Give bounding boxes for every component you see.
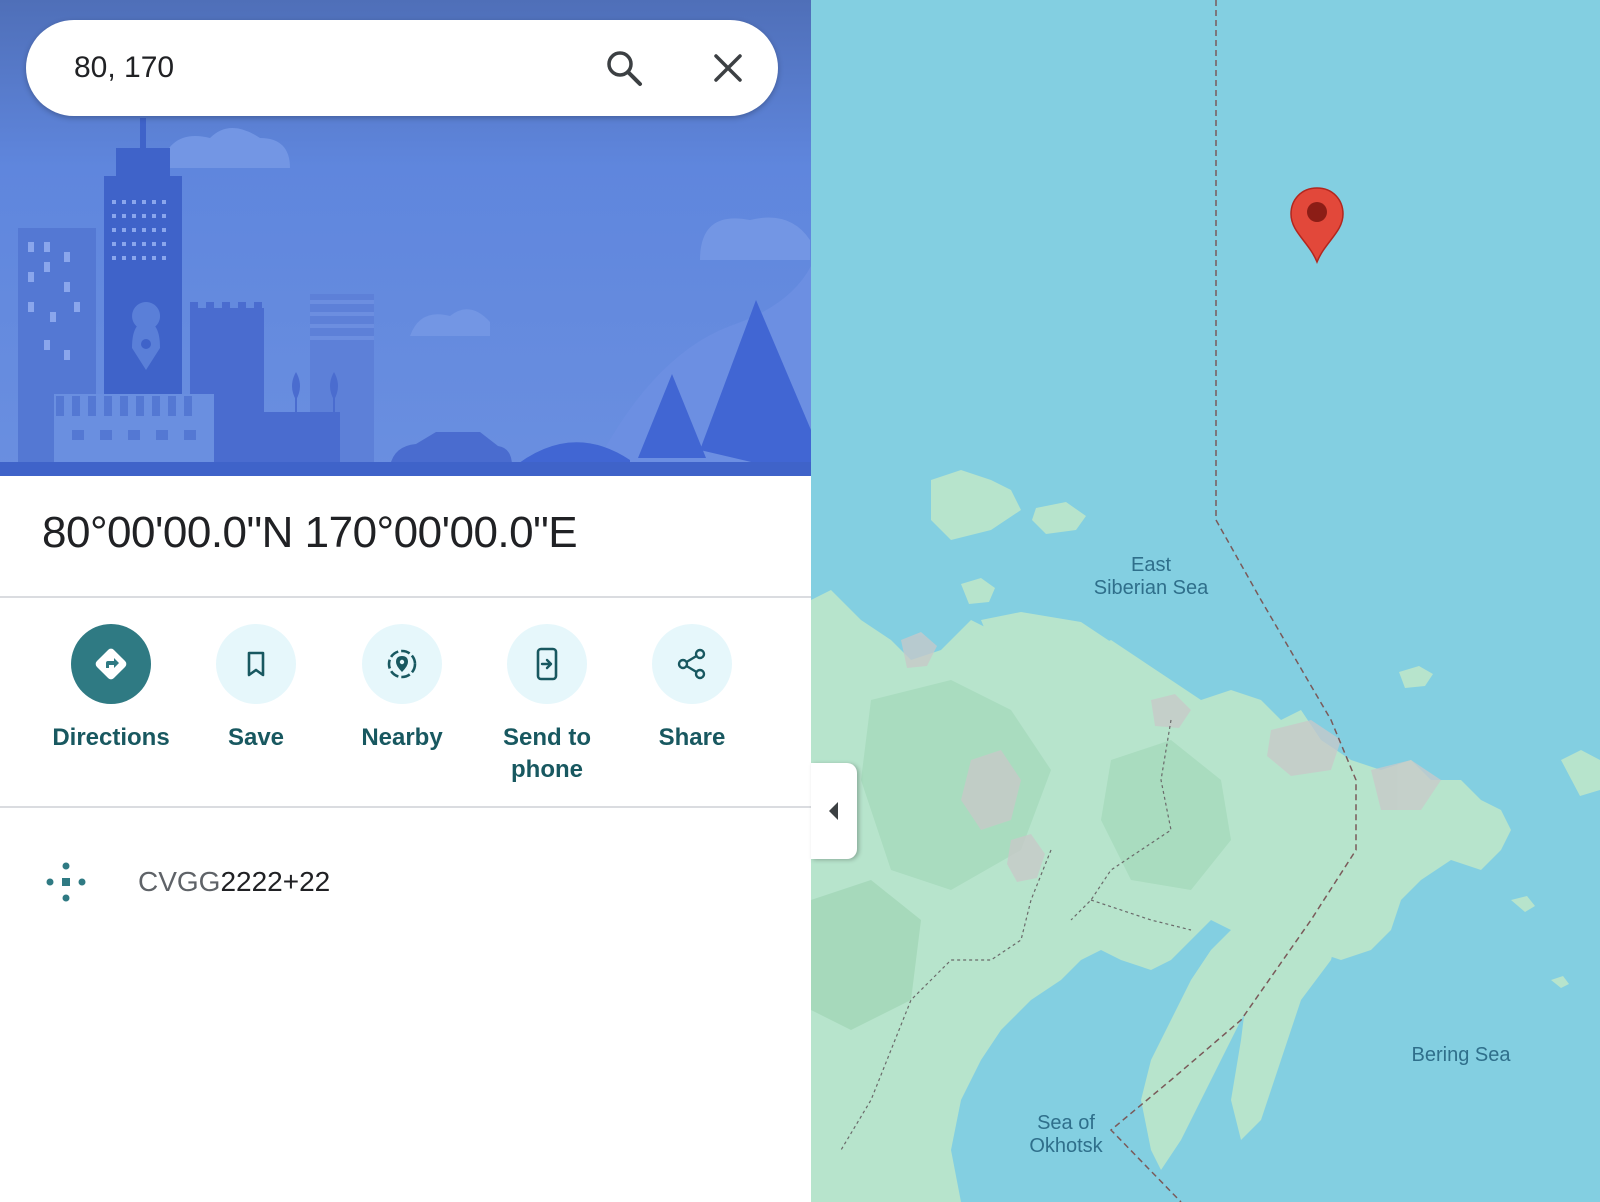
directions-button[interactable]: Directions bbox=[38, 624, 184, 754]
divider bbox=[0, 806, 811, 808]
save-button[interactable]: Save bbox=[183, 624, 329, 754]
map-canvas bbox=[811, 0, 1600, 1202]
bookmark-icon bbox=[216, 624, 296, 704]
share-icon bbox=[652, 624, 732, 704]
map-label-bering-sea: Bering Sea bbox=[1411, 1044, 1511, 1066]
directions-icon bbox=[71, 624, 151, 704]
share-button[interactable]: Share bbox=[619, 624, 765, 754]
collapse-panel-button[interactable] bbox=[811, 763, 857, 859]
search-box[interactable] bbox=[26, 20, 778, 116]
save-label: Save bbox=[227, 724, 285, 751]
plus-code-icon bbox=[44, 860, 88, 904]
map-label-line: East bbox=[1130, 554, 1172, 576]
plus-code-prefix: CVGG bbox=[138, 866, 221, 897]
map-view[interactable]: East Siberian Sea Bering Sea Sea of Okho… bbox=[811, 0, 1600, 1202]
nearby-icon bbox=[362, 624, 442, 704]
send-to-phone-icon bbox=[507, 624, 587, 704]
close-icon[interactable] bbox=[708, 48, 748, 88]
send-to-phone-button[interactable]: Send to phone bbox=[474, 624, 620, 786]
search-input[interactable] bbox=[74, 38, 594, 98]
search-icon[interactable] bbox=[604, 48, 644, 88]
action-bar: Directions Save Nearby Send to phone Sha… bbox=[0, 624, 811, 804]
directions-label: Directions bbox=[52, 724, 170, 751]
place-title: 80°00'00.0"N 170°00'00.0"E bbox=[42, 508, 578, 557]
map-label-line: Okhotsk bbox=[1029, 1135, 1103, 1157]
map-label-line: Sea of bbox=[1037, 1112, 1095, 1134]
map-pin-icon[interactable] bbox=[1289, 186, 1345, 264]
nearby-button[interactable]: Nearby bbox=[329, 624, 475, 754]
divider bbox=[0, 596, 811, 598]
nearby-label: Nearby bbox=[361, 724, 443, 751]
send-to-phone-label: Send to phone bbox=[503, 724, 591, 783]
map-label-east-siberian-sea: East Siberian Sea bbox=[1076, 554, 1226, 600]
map-label-sea-of-okhotsk: Sea of Okhotsk bbox=[1016, 1112, 1116, 1158]
plus-code-row[interactable]: CVGG2222+22 bbox=[0, 840, 811, 920]
place-panel: 80°00'00.0"N 170°00'00.0"E Directions Sa… bbox=[0, 0, 811, 1202]
collapse-panel-icon bbox=[829, 802, 838, 820]
plus-code-suffix: 2222+22 bbox=[220, 866, 331, 897]
share-label: Share bbox=[658, 724, 726, 751]
plus-code: CVGG2222+22 bbox=[138, 866, 330, 898]
map-label-line: Siberian Sea bbox=[1093, 577, 1209, 599]
